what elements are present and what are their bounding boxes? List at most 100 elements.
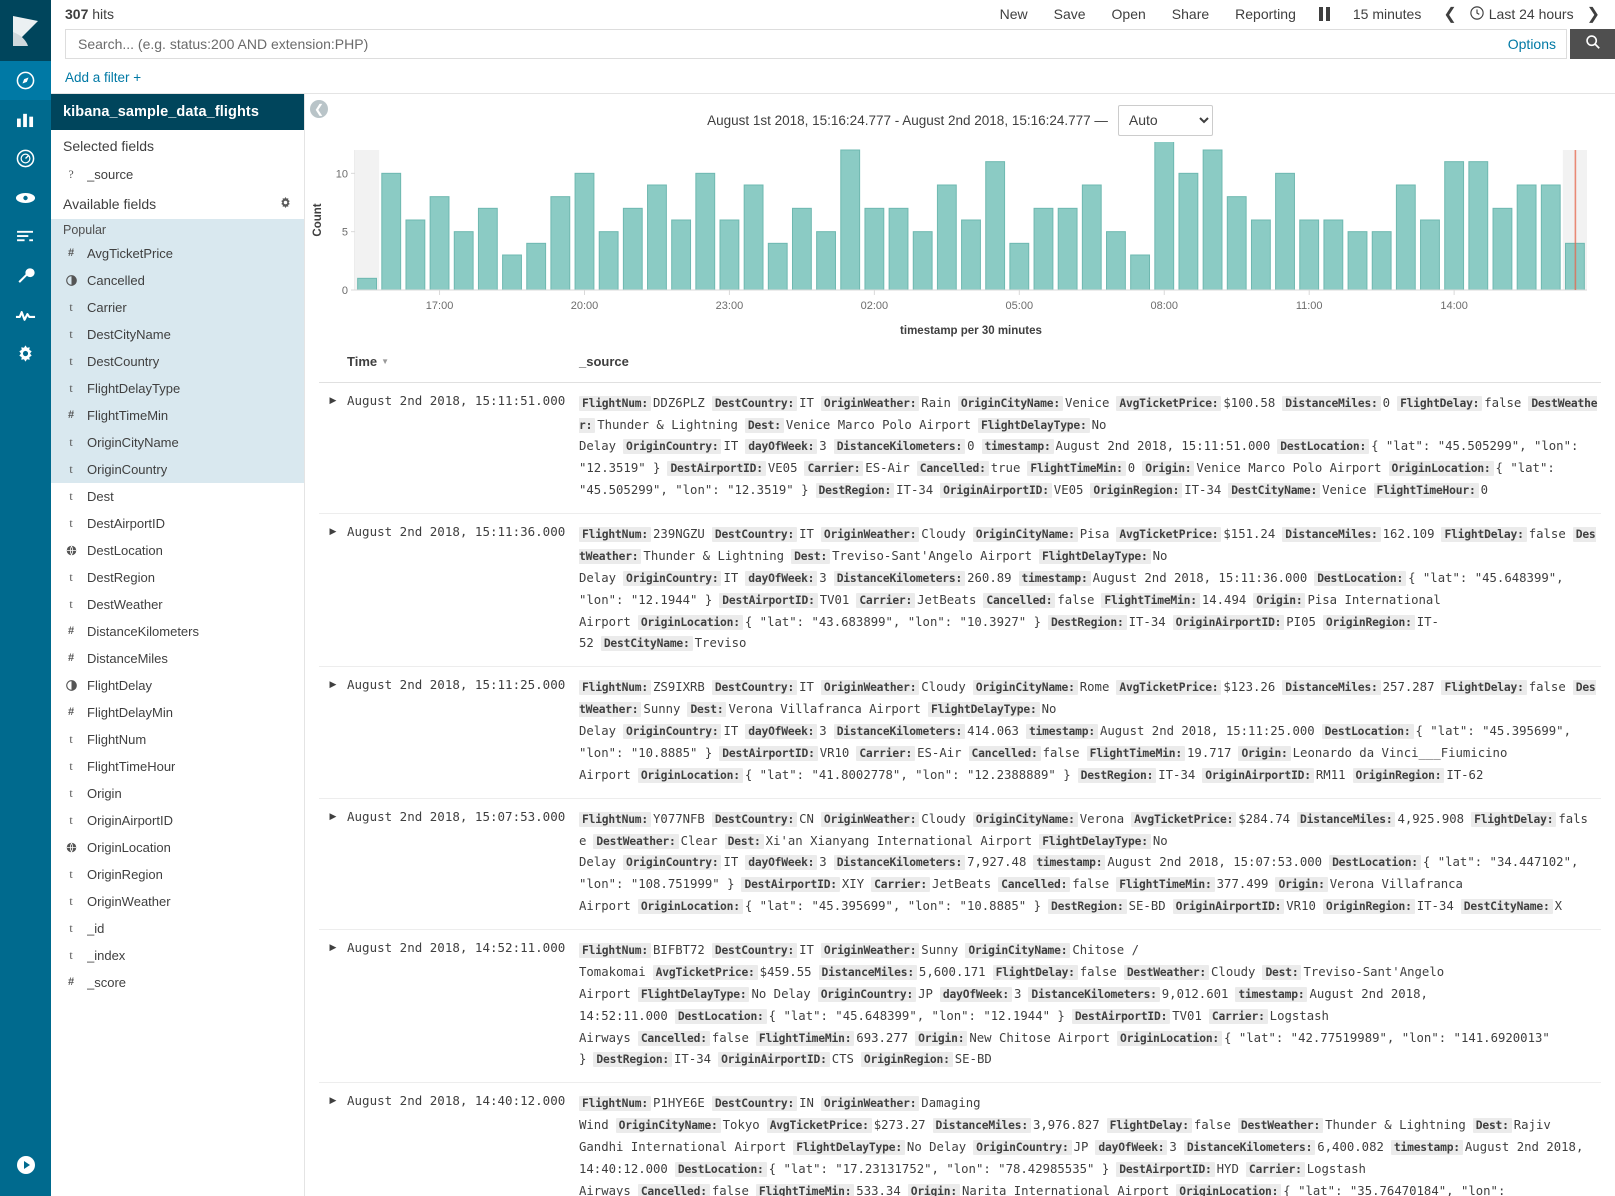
field-row-OriginLocation[interactable]: OriginLocation <box>51 834 304 861</box>
source-field-key: FlightNum: <box>579 680 651 695</box>
histogram-chart[interactable]: 0510Count17:0020:0023:0002:0005:0008:001… <box>305 142 1615 342</box>
field-row-FlightDelay[interactable]: FlightDelay <box>51 672 304 699</box>
field-row-DestLocation[interactable]: DestLocation <box>51 537 304 564</box>
table-row[interactable]: ▶ August 2nd 2018, 15:07:53.000 FlightNu… <box>319 799 1601 930</box>
new-button[interactable]: New <box>987 6 1041 22</box>
field-row-DestWeather[interactable]: t DestWeather <box>51 591 304 618</box>
source-field-value: IT-34 <box>1184 483 1221 497</box>
field-row-_score[interactable]: # _score <box>51 969 304 996</box>
field-row-_id[interactable]: t _id <box>51 915 304 942</box>
caret-right-icon[interactable]: ▶ <box>319 393 347 502</box>
index-pattern-title[interactable]: kibana_sample_data_flights <box>51 94 304 130</box>
field-row-OriginCountry[interactable]: t OriginCountry <box>51 456 304 483</box>
time-column-header[interactable]: Time ▼ <box>347 350 579 373</box>
add-filter-button[interactable]: Add a filter + <box>65 70 141 85</box>
table-row[interactable]: ▶ August 2nd 2018, 14:40:12.000 FlightNu… <box>319 1083 1601 1196</box>
source-field-value: IT <box>723 855 738 869</box>
field-row-OriginRegion[interactable]: t OriginRegion <box>51 861 304 888</box>
open-button[interactable]: Open <box>1099 6 1159 22</box>
string-field-icon: t <box>65 813 77 828</box>
source-field-value: 257.287 <box>1383 680 1435 694</box>
options-link[interactable]: Options <box>1498 36 1556 52</box>
source-field-value: 533.34 <box>856 1184 900 1196</box>
field-row-Origin[interactable]: t Origin <box>51 780 304 807</box>
save-button[interactable]: Save <box>1041 6 1099 22</box>
source-field-key: OriginAirportID: <box>940 483 1052 498</box>
chevron-right-icon[interactable]: ❯ <box>1578 4 1609 24</box>
field-row-FlightNum[interactable]: t FlightNum <box>51 726 304 753</box>
table-row[interactable]: ▶ August 2nd 2018, 15:11:51.000 FlightNu… <box>319 383 1601 514</box>
row-time: August 2nd 2018, 15:11:36.000 <box>347 524 579 655</box>
search-submit-button[interactable] <box>1570 29 1615 59</box>
source-field-value: $123.26 <box>1223 680 1275 694</box>
field-row-FlightDelayMin[interactable]: # FlightDelayMin <box>51 699 304 726</box>
field-row-OriginWeather[interactable]: t OriginWeather <box>51 888 304 915</box>
gear-icon[interactable] <box>279 196 292 212</box>
chevron-left-icon[interactable]: ❮ <box>1434 4 1465 24</box>
number-field-icon: # <box>65 625 77 637</box>
caret-right-icon[interactable]: ▶ <box>319 940 347 1071</box>
field-row-DistanceMiles[interactable]: # DistanceMiles <box>51 645 304 672</box>
svg-text:05:00: 05:00 <box>1006 300 1034 312</box>
rail-item-console[interactable] <box>0 217 51 256</box>
caret-right-icon[interactable]: ▶ <box>319 1093 347 1196</box>
table-row[interactable]: ▶ August 2nd 2018, 14:52:11.000 FlightNu… <box>319 930 1601 1083</box>
caret-right-icon[interactable]: ▶ <box>319 809 347 918</box>
field-row-DistanceKilometers[interactable]: # DistanceKilometers <box>51 618 304 645</box>
kibana-logo[interactable] <box>0 0 51 61</box>
field-row-DestCountry[interactable]: t DestCountry <box>51 348 304 375</box>
source-field-key: Carrier: <box>871 877 930 892</box>
time-picker-button[interactable]: Last 24 hours <box>1466 6 1578 23</box>
source-field-value: false <box>1529 527 1566 541</box>
source-column-header[interactable]: _source <box>579 350 1601 373</box>
field-row-Dest[interactable]: t Dest <box>51 483 304 510</box>
table-row[interactable]: ▶ August 2nd 2018, 15:11:36.000 FlightNu… <box>319 514 1601 667</box>
table-row[interactable]: ▶ August 2nd 2018, 15:11:25.000 FlightNu… <box>319 667 1601 798</box>
rail-item-management[interactable] <box>0 334 51 373</box>
source-field-key: DestAirportID: <box>1116 1162 1214 1177</box>
rail-item-dashboard[interactable] <box>0 139 51 178</box>
source-field-key: DestCityName: <box>1461 899 1553 914</box>
field-name: FlightDelayType <box>87 381 180 396</box>
rail-item-dev-tools[interactable] <box>0 256 51 295</box>
rail-item-discover[interactable] <box>0 61 51 100</box>
chevron-left-circle-icon[interactable]: ❮ <box>310 100 328 118</box>
field-row-Carrier[interactable]: t Carrier <box>51 294 304 321</box>
source-field-value: P1HYE6E <box>653 1096 705 1110</box>
field-row-FlightTimeMin[interactable]: # FlightTimeMin <box>51 402 304 429</box>
source-field-value: $459.55 <box>760 965 812 979</box>
field-row-FlightTimeHour[interactable]: t FlightTimeHour <box>51 753 304 780</box>
field-row-DestAirportID[interactable]: t DestAirportID <box>51 510 304 537</box>
sort-desc-icon[interactable]: ▼ <box>381 357 389 366</box>
field-row-AvgTicketPrice[interactable]: # AvgTicketPrice <box>51 240 304 267</box>
field-row-_index[interactable]: t _index <box>51 942 304 969</box>
interval-select[interactable]: AutoMillisecondSecondMinuteHourlyDailyWe… <box>1118 105 1213 136</box>
histogram-svg[interactable]: 0510Count17:0020:0023:0002:0005:0008:001… <box>305 142 1595 342</box>
refresh-interval-button[interactable]: 15 minutes <box>1340 6 1434 22</box>
field-row-_source[interactable]: ? _source <box>51 161 304 188</box>
field-row-Cancelled[interactable]: Cancelled <box>51 267 304 294</box>
caret-right-icon[interactable]: ▶ <box>319 677 347 786</box>
rail-item-visualize[interactable] <box>0 100 51 139</box>
field-row-DestRegion[interactable]: t DestRegion <box>51 564 304 591</box>
share-button[interactable]: Share <box>1159 6 1222 22</box>
rail-item-timelion[interactable] <box>0 178 51 217</box>
reporting-button[interactable]: Reporting <box>1222 6 1309 22</box>
caret-right-icon[interactable]: ▶ <box>319 524 347 655</box>
source-field-key: AvgTicketPrice: <box>1131 812 1236 827</box>
source-field-value: TV01 <box>1172 1009 1202 1023</box>
source-field-key: Dest: <box>687 702 726 717</box>
search-input[interactable] <box>76 35 1498 53</box>
source-field-key: OriginCityName: <box>616 1118 721 1133</box>
field-row-DestCityName[interactable]: t DestCityName <box>51 321 304 348</box>
source-field-key: DistanceMiles: <box>933 1118 1031 1133</box>
source-field-key: Origin: <box>908 1184 960 1196</box>
dashboard-icon <box>16 149 35 168</box>
source-field-key: DestAirportID: <box>741 877 839 892</box>
field-row-OriginAirportID[interactable]: t OriginAirportID <box>51 807 304 834</box>
rail-item-monitoring[interactable] <box>0 295 51 334</box>
pause-auto-refresh-button[interactable] <box>1309 7 1340 21</box>
field-row-OriginCityName[interactable]: t OriginCityName <box>51 429 304 456</box>
rail-collapse-toggle[interactable] <box>0 1155 51 1178</box>
field-row-FlightDelayType[interactable]: t FlightDelayType <box>51 375 304 402</box>
